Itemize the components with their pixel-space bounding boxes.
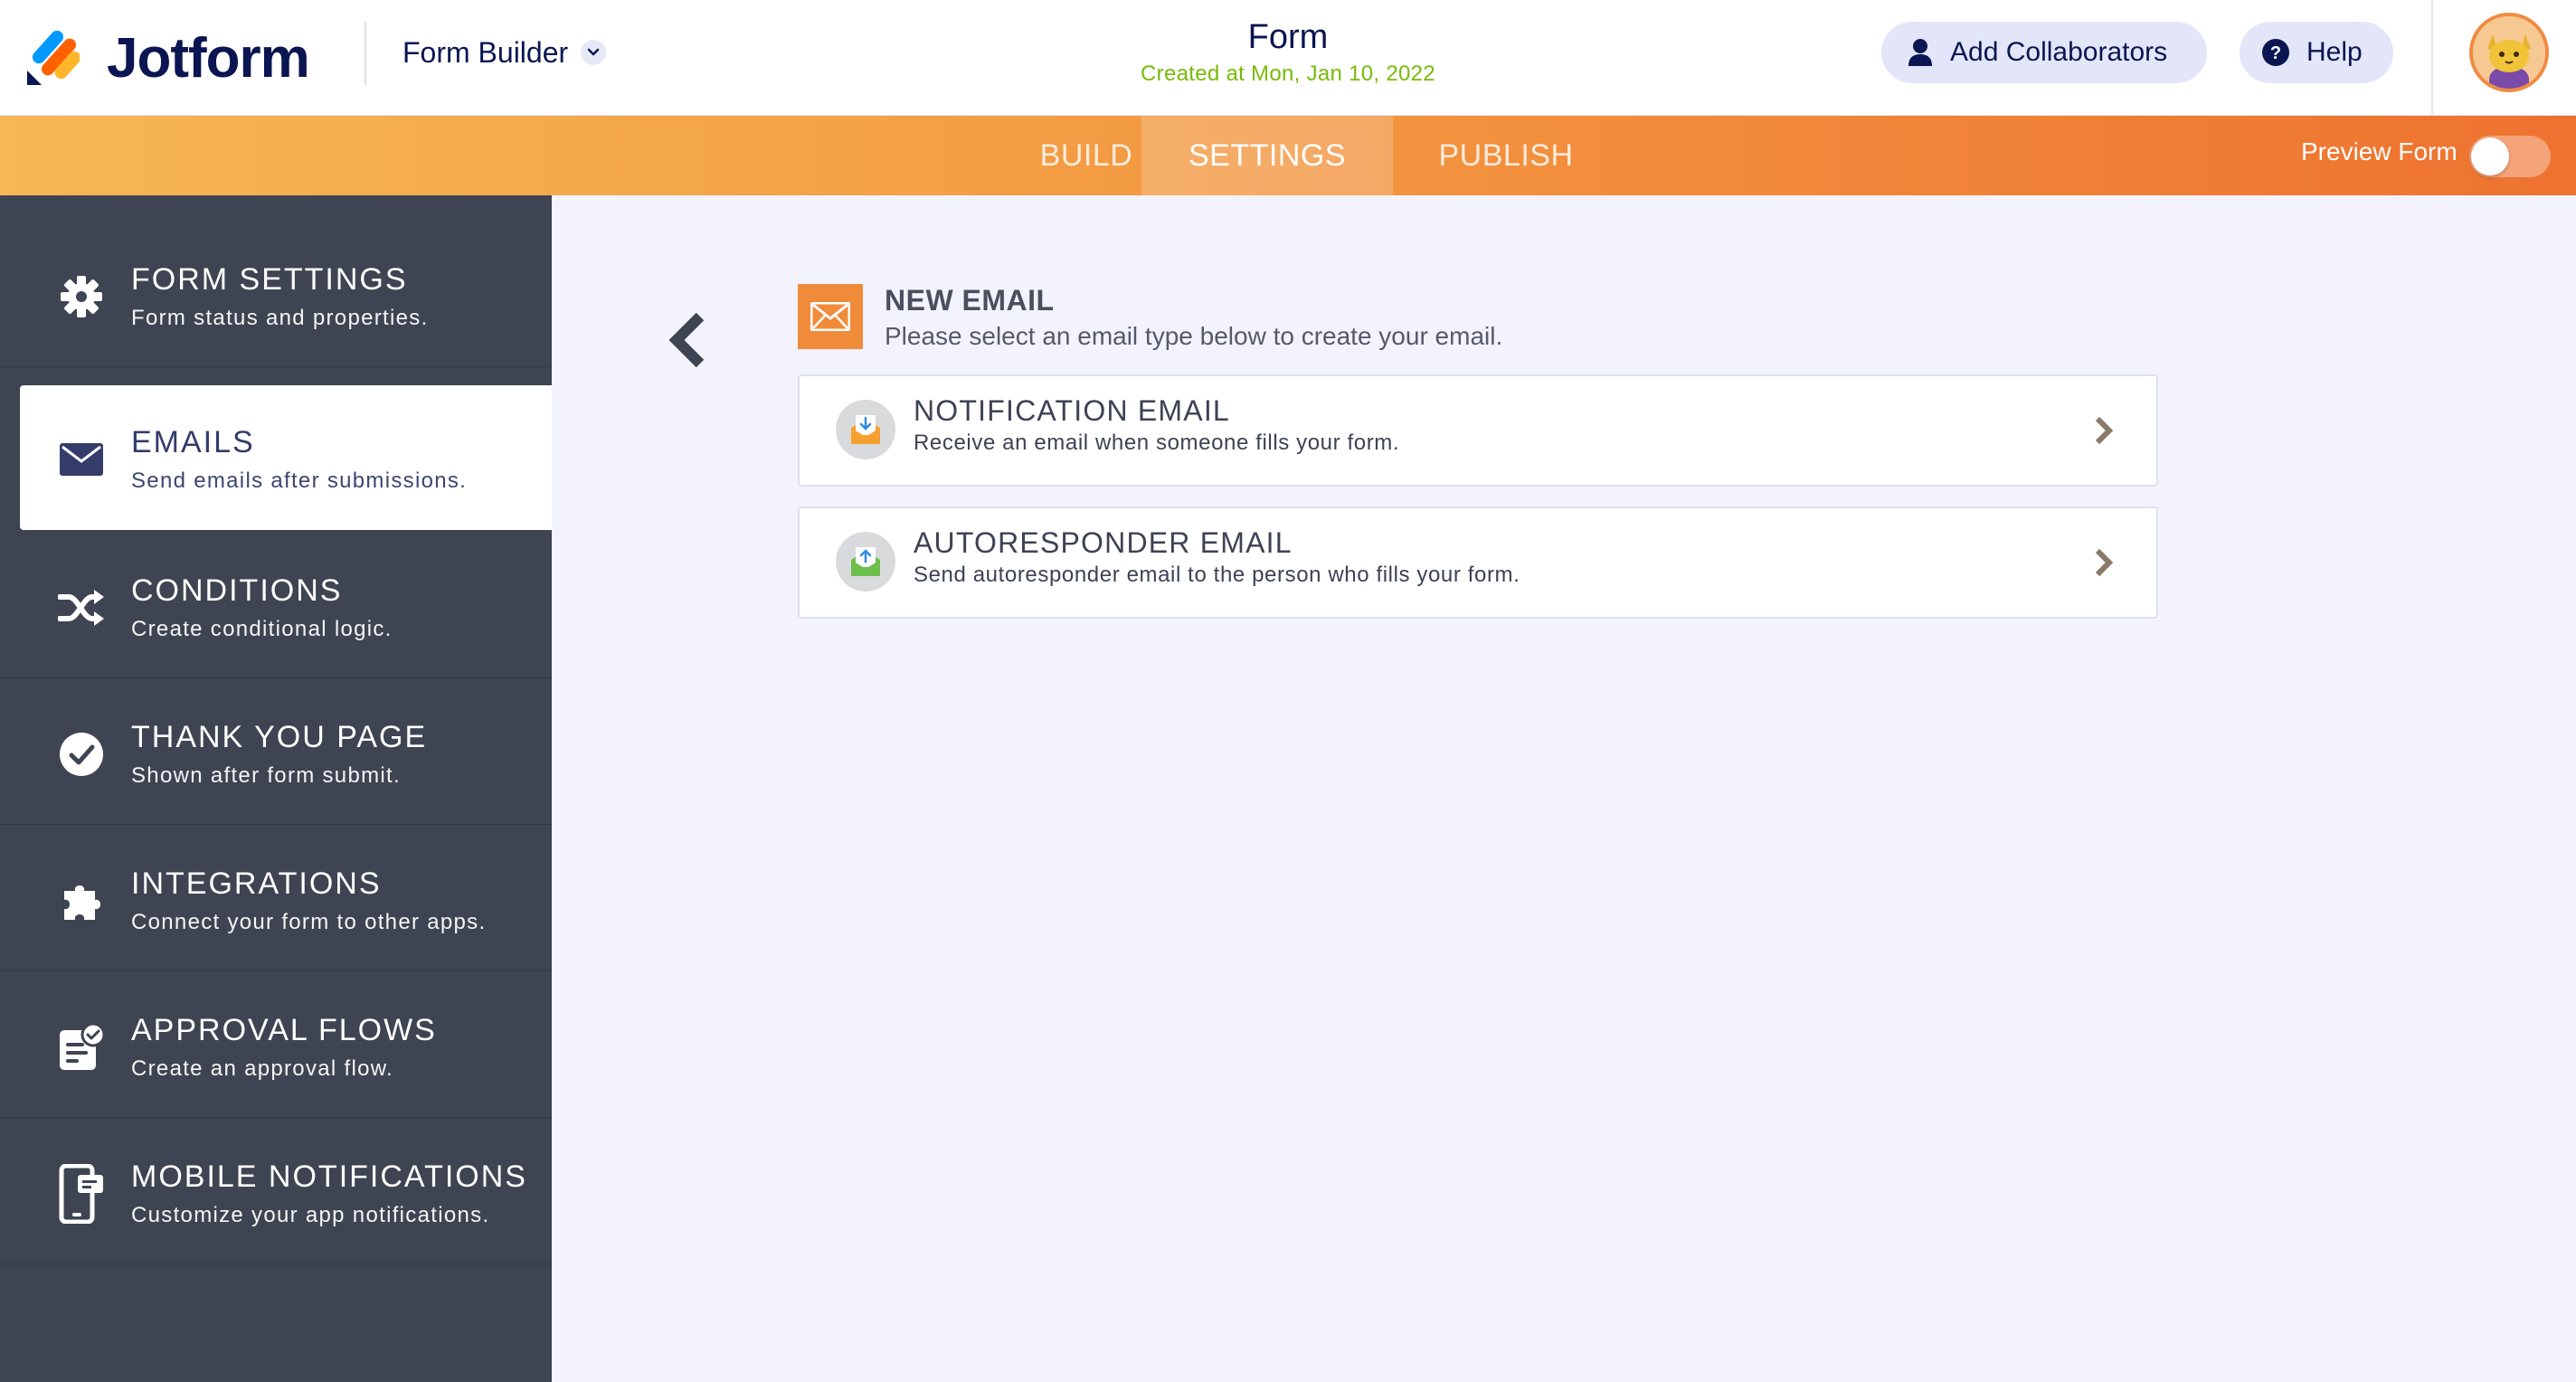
add-collaborators-label: Add Collaborators (1950, 37, 2168, 67)
sidebar-item-title: APPROVAL FLOWS (131, 1013, 437, 1047)
sidebar-item-title: FORM SETTINGS (131, 262, 408, 297)
sidebar-item-mobile-notifications[interactable]: MOBILE NOTIFICATIONS Customize your app … (0, 1120, 552, 1264)
brand-name: Jotform (107, 26, 310, 90)
sidebar-item-desc: Customize your app notifications. (131, 1203, 490, 1227)
sidebar-item-desc: Shown after form submit. (131, 763, 401, 788)
main-nav-bar: BUILD SETTINGS PUBLISH Preview Form (0, 116, 2576, 195)
question-circle-icon: ? (2261, 38, 2290, 67)
svg-text:?: ? (2270, 43, 2281, 63)
sidebar-item-title: EMAILS (131, 425, 255, 459)
sidebar-item-title: MOBILE NOTIFICATIONS (131, 1160, 527, 1194)
avatar[interactable] (2469, 13, 2549, 92)
notification-email-icon (836, 400, 895, 459)
preview-form-label: Preview Form (2301, 137, 2458, 166)
header-divider-right (2431, 0, 2433, 116)
chevron-right-icon (2086, 543, 2122, 582)
toggle-knob (2471, 137, 2509, 175)
new-email-icon (798, 284, 863, 349)
chevron-down-icon (581, 40, 607, 65)
autoresponder-email-icon (836, 532, 895, 592)
puzzle-icon (56, 876, 107, 926)
tab-publish[interactable]: PUBLISH (1393, 116, 1619, 195)
form-title[interactable]: Form (1107, 18, 1469, 57)
settings-sidebar: FORM SETTINGS Form status and properties… (0, 195, 552, 1382)
chevron-left-icon (668, 312, 705, 368)
form-builder-label: Form Builder (402, 35, 569, 69)
jotform-logo-icon (25, 29, 81, 87)
help-label: Help (2306, 37, 2363, 67)
sidebar-item-form-settings[interactable]: FORM SETTINGS Form status and properties… (0, 222, 552, 367)
sidebar-item-integrations[interactable]: INTEGRATIONS Connect your form to other … (0, 827, 552, 971)
sidebar-item-desc: Form status and properties. (131, 306, 429, 330)
sidebar-item-title: THANK YOU PAGE (131, 720, 428, 754)
preview-form-toggle[interactable] (2469, 136, 2551, 177)
new-email-title: NEW EMAIL (885, 284, 1055, 317)
header-divider (365, 22, 366, 85)
mobile-icon (56, 1164, 107, 1224)
jotform-logo[interactable]: Jotform (25, 24, 310, 92)
back-button[interactable] (658, 304, 716, 376)
gear-icon (56, 271, 107, 322)
sidebar-item-title: INTEGRATIONS (131, 866, 382, 901)
approval-icon (56, 1022, 107, 1073)
form-created-date: Created at Mon, Jan 10, 2022 (1141, 62, 1435, 86)
autoresponder-email-title: AUTORESPONDER EMAIL (914, 526, 1293, 559)
envelope-icon (56, 434, 107, 485)
sidebar-item-desc: Send emails after submissions. (131, 469, 468, 493)
sidebar-item-approval-flows[interactable]: APPROVAL FLOWS Create an approval flow. (0, 973, 552, 1118)
notification-email-card[interactable]: NOTIFICATION EMAIL Receive an email when… (798, 374, 2158, 487)
sidebar-item-desc: Create an approval flow. (131, 1056, 394, 1081)
help-button[interactable]: ? Help (2240, 22, 2393, 83)
chevron-right-icon (2086, 411, 2122, 450)
user-icon (1907, 38, 1934, 67)
new-email-description: Please select an email type below to cre… (885, 322, 1503, 350)
form-builder-dropdown[interactable]: Form Builder (402, 33, 607, 72)
sidebar-item-conditions[interactable]: CONDITIONS Create conditional logic. (0, 534, 552, 678)
autoresponder-email-desc: Send autoresponder email to the person w… (914, 563, 1520, 587)
tab-settings[interactable]: SETTINGS (1141, 116, 1393, 195)
add-collaborators-button[interactable]: Add Collaborators (1881, 22, 2207, 83)
notification-email-title: NOTIFICATION EMAIL (914, 394, 1230, 427)
sidebar-item-desc: Connect your form to other apps. (131, 910, 487, 934)
autoresponder-email-card[interactable]: AUTORESPONDER EMAIL Send autoresponder e… (798, 506, 2158, 619)
shuffle-icon (56, 582, 107, 633)
notification-email-desc: Receive an email when someone fills your… (914, 431, 1400, 455)
sidebar-item-desc: Create conditional logic. (131, 617, 393, 641)
sidebar-item-emails[interactable]: EMAILS Send emails after submissions. (20, 385, 552, 530)
sidebar-item-title: CONDITIONS (131, 573, 343, 608)
check-circle-icon (56, 729, 107, 780)
top-header: Jotform Form Builder Form Created at Mon… (0, 0, 2576, 116)
sidebar-item-thank-you-page[interactable]: THANK YOU PAGE Shown after form submit. (0, 680, 552, 825)
